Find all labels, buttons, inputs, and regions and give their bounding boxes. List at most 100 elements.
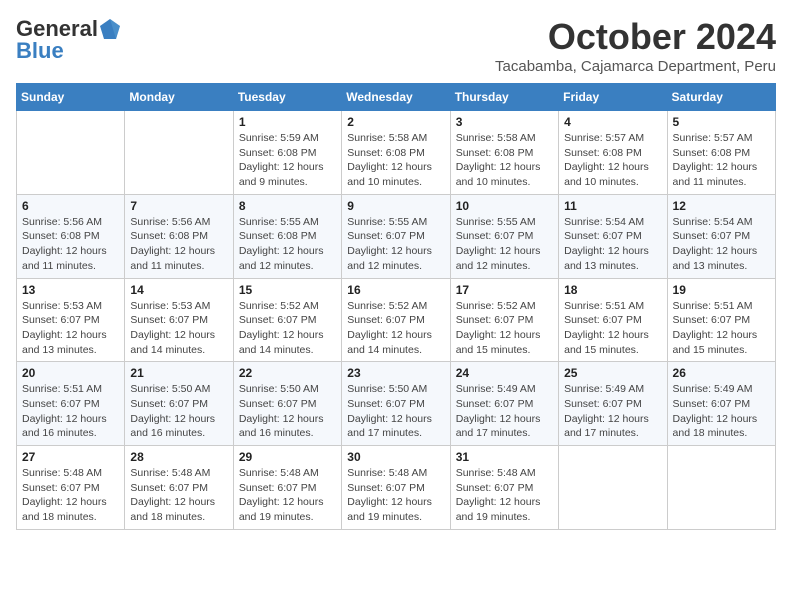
calendar-title: October 2024 [495,16,776,58]
day-number: 30 [347,450,444,464]
calendar-cell: 21 Sunrise: 5:50 AM Sunset: 6:07 PM Dayli… [125,362,233,446]
weekday-header: Monday [125,84,233,111]
day-detail: Sunrise: 5:55 AM Sunset: 6:07 PM Dayligh… [456,215,553,274]
day-number: 6 [22,199,119,213]
weekday-header: Sunday [17,84,125,111]
day-detail: Sunrise: 5:54 AM Sunset: 6:07 PM Dayligh… [673,215,770,274]
day-detail: Sunrise: 5:50 AM Sunset: 6:07 PM Dayligh… [130,382,227,441]
calendar-cell: 3 Sunrise: 5:58 AM Sunset: 6:08 PM Daylig… [450,111,558,195]
day-number: 22 [239,366,336,380]
calendar-location: Tacabamba, Cajamarca Department, Peru [495,58,776,75]
day-detail: Sunrise: 5:48 AM Sunset: 6:07 PM Dayligh… [22,466,119,525]
day-detail: Sunrise: 5:49 AM Sunset: 6:07 PM Dayligh… [673,382,770,441]
calendar-cell: 11 Sunrise: 5:54 AM Sunset: 6:07 PM Dayli… [559,194,667,278]
day-detail: Sunrise: 5:48 AM Sunset: 6:07 PM Dayligh… [347,466,444,525]
day-number: 14 [130,283,227,297]
day-detail: Sunrise: 5:48 AM Sunset: 6:07 PM Dayligh… [239,466,336,525]
calendar-cell [17,111,125,195]
day-detail: Sunrise: 5:56 AM Sunset: 6:08 PM Dayligh… [130,215,227,274]
weekday-header: Friday [559,84,667,111]
day-number: 18 [564,283,661,297]
day-detail: Sunrise: 5:54 AM Sunset: 6:07 PM Dayligh… [564,215,661,274]
calendar-cell [125,111,233,195]
weekday-header: Thursday [450,84,558,111]
calendar-week-row: 6 Sunrise: 5:56 AM Sunset: 6:08 PM Daylig… [17,194,776,278]
day-number: 31 [456,450,553,464]
day-detail: Sunrise: 5:52 AM Sunset: 6:07 PM Dayligh… [239,299,336,358]
day-number: 17 [456,283,553,297]
calendar-week-row: 20 Sunrise: 5:51 AM Sunset: 6:07 PM Dayli… [17,362,776,446]
day-number: 26 [673,366,770,380]
day-detail: Sunrise: 5:53 AM Sunset: 6:07 PM Dayligh… [130,299,227,358]
calendar-cell: 18Sunrise: 5:51 AM Sunset: 6:07 PM Dayli… [559,278,667,362]
day-detail: Sunrise: 5:48 AM Sunset: 6:07 PM Dayligh… [456,466,553,525]
calendar-cell: 9 Sunrise: 5:55 AM Sunset: 6:07 PM Daylig… [342,194,450,278]
calendar-cell: 19Sunrise: 5:51 AM Sunset: 6:07 PM Dayli… [667,278,775,362]
day-number: 25 [564,366,661,380]
day-number: 29 [239,450,336,464]
calendar-cell: 12 Sunrise: 5:54 AM Sunset: 6:07 PM Dayli… [667,194,775,278]
day-detail: Sunrise: 5:57 AM Sunset: 6:08 PM Dayligh… [673,131,770,190]
weekday-header: Tuesday [233,84,341,111]
weekday-header: Saturday [667,84,775,111]
calendar-header-row: SundayMondayTuesdayWednesdayThursdayFrid… [17,84,776,111]
day-detail: Sunrise: 5:59 AM Sunset: 6:08 PM Dayligh… [239,131,336,190]
day-number: 21 [130,366,227,380]
day-detail: Sunrise: 5:55 AM Sunset: 6:07 PM Dayligh… [347,215,444,274]
calendar-cell [559,446,667,530]
calendar-week-row: 13 Sunrise: 5:53 AM Sunset: 6:07 PM Dayli… [17,278,776,362]
day-detail: Sunrise: 5:52 AM Sunset: 6:07 PM Dayligh… [347,299,444,358]
day-number: 2 [347,115,444,129]
day-number: 11 [564,199,661,213]
calendar-cell: 10 Sunrise: 5:55 AM Sunset: 6:07 PM Dayli… [450,194,558,278]
calendar-cell: 17 Sunrise: 5:52 AM Sunset: 6:07 PM Dayli… [450,278,558,362]
calendar-cell: 7Sunrise: 5:56 AM Sunset: 6:08 PM Daylig… [125,194,233,278]
calendar-table: SundayMondayTuesdayWednesdayThursdayFrid… [16,83,776,530]
day-detail: Sunrise: 5:50 AM Sunset: 6:07 PM Dayligh… [347,382,444,441]
day-number: 8 [239,199,336,213]
calendar-cell: 24Sunrise: 5:49 AM Sunset: 6:07 PM Dayli… [450,362,558,446]
day-detail: Sunrise: 5:50 AM Sunset: 6:07 PM Dayligh… [239,382,336,441]
day-number: 4 [564,115,661,129]
calendar-cell: 8Sunrise: 5:55 AM Sunset: 6:08 PM Daylig… [233,194,341,278]
day-number: 13 [22,283,119,297]
day-detail: Sunrise: 5:56 AM Sunset: 6:08 PM Dayligh… [22,215,119,274]
day-number: 3 [456,115,553,129]
day-number: 20 [22,366,119,380]
calendar-cell: 6 Sunrise: 5:56 AM Sunset: 6:08 PM Daylig… [17,194,125,278]
logo-blue-text: Blue [16,38,64,64]
calendar-cell: 4 Sunrise: 5:57 AM Sunset: 6:08 PM Daylig… [559,111,667,195]
day-number: 1 [239,115,336,129]
calendar-cell: 26 Sunrise: 5:49 AM Sunset: 6:07 PM Dayli… [667,362,775,446]
calendar-cell: 1 Sunrise: 5:59 AM Sunset: 6:08 PM Daylig… [233,111,341,195]
day-detail: Sunrise: 5:51 AM Sunset: 6:07 PM Dayligh… [22,382,119,441]
calendar-week-row: 27 Sunrise: 5:48 AM Sunset: 6:07 PM Dayli… [17,446,776,530]
day-number: 28 [130,450,227,464]
calendar-cell: 13 Sunrise: 5:53 AM Sunset: 6:07 PM Dayli… [17,278,125,362]
day-detail: Sunrise: 5:57 AM Sunset: 6:08 PM Dayligh… [564,131,661,190]
calendar-cell [667,446,775,530]
day-detail: Sunrise: 5:58 AM Sunset: 6:08 PM Dayligh… [347,131,444,190]
day-number: 19 [673,283,770,297]
day-number: 9 [347,199,444,213]
calendar-cell: 2 Sunrise: 5:58 AM Sunset: 6:08 PM Daylig… [342,111,450,195]
weekday-header: Wednesday [342,84,450,111]
logo-icon [99,18,121,40]
day-number: 10 [456,199,553,213]
day-number: 12 [673,199,770,213]
day-detail: Sunrise: 5:52 AM Sunset: 6:07 PM Dayligh… [456,299,553,358]
title-block: October 2024 Tacabamba, Cajamarca Depart… [495,16,776,75]
day-detail: Sunrise: 5:58 AM Sunset: 6:08 PM Dayligh… [456,131,553,190]
day-detail: Sunrise: 5:48 AM Sunset: 6:07 PM Dayligh… [130,466,227,525]
calendar-cell: 22 Sunrise: 5:50 AM Sunset: 6:07 PM Dayli… [233,362,341,446]
day-number: 5 [673,115,770,129]
calendar-cell: 14 Sunrise: 5:53 AM Sunset: 6:07 PM Dayli… [125,278,233,362]
calendar-cell: 16Sunrise: 5:52 AM Sunset: 6:07 PM Dayli… [342,278,450,362]
day-number: 23 [347,366,444,380]
day-detail: Sunrise: 5:53 AM Sunset: 6:07 PM Dayligh… [22,299,119,358]
day-number: 27 [22,450,119,464]
calendar-cell: 31 Sunrise: 5:48 AM Sunset: 6:07 PM Dayli… [450,446,558,530]
calendar-cell: 15Sunrise: 5:52 AM Sunset: 6:07 PM Dayli… [233,278,341,362]
day-detail: Sunrise: 5:49 AM Sunset: 6:07 PM Dayligh… [564,382,661,441]
calendar-cell: 30 Sunrise: 5:48 AM Sunset: 6:07 PM Dayli… [342,446,450,530]
